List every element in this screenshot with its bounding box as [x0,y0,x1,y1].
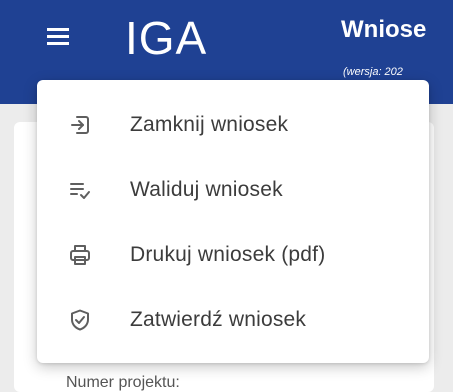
menu-item-print-application[interactable]: Drukuj wniosek (pdf) [37,222,429,287]
list-check-icon [67,177,93,203]
menu-item-label: Zamknij wniosek [130,112,289,136]
menu-item-validate-application[interactable]: Waliduj wniosek [37,157,429,222]
menu-item-label: Zatwierdź wniosek [130,307,307,331]
dropdown-menu: Zamknij wniosek Waliduj wniosek Drukuj w… [37,80,429,363]
shield-check-icon [67,307,93,333]
menu-item-close-application[interactable]: Zamknij wniosek [37,92,429,157]
project-number-label: Numer projektu: [66,374,180,391]
version-label: (wersja: 202 [343,66,403,78]
app-logo: IGA [125,12,208,64]
page-title: Wniose [341,16,427,43]
exit-to-app-icon [67,112,93,138]
menu-item-approve-application[interactable]: Zatwierdź wniosek [37,287,429,352]
menu-icon[interactable] [47,28,69,46]
menu-item-label: Waliduj wniosek [130,177,283,201]
printer-icon [67,242,93,268]
menu-item-label: Drukuj wniosek (pdf) [130,242,326,266]
